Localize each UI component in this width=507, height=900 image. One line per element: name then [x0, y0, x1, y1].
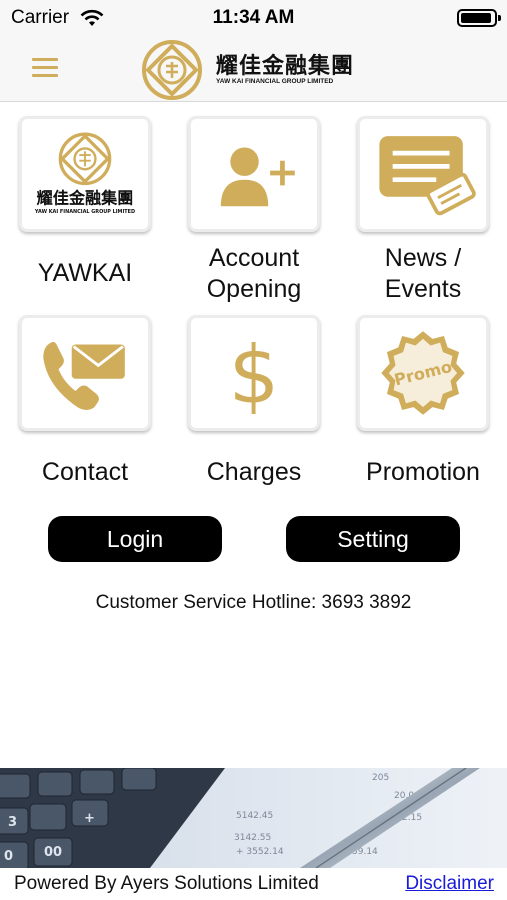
- svg-text:$: $: [229, 328, 280, 421]
- banner-image: 3 + 00 0 5142.45 3142.55 + 3552.14 205 2…: [0, 768, 507, 868]
- dollar-icon: $: [229, 328, 280, 421]
- svg-text:+ 3552.14: + 3552.14: [236, 847, 284, 857]
- tile-promotion[interactable]: Promo: [357, 315, 489, 431]
- customer-service-hotline: Customer Service Hotline: 3693 3892: [95, 592, 412, 613]
- clock: 11:34 AM: [212, 7, 295, 28]
- yawkai-tile-english: YAW KAI FINANCIAL GROUP LIMITED: [34, 209, 135, 215]
- yawkai-emblem-icon: [142, 40, 202, 100]
- status-bar: Carrier 11:34 AM: [0, 0, 507, 36]
- setting-button[interactable]: Setting: [286, 516, 460, 562]
- tile-label-promotion: Promotion: [366, 458, 480, 486]
- brand-name-chinese: 耀佳金融集團: [216, 53, 355, 78]
- svg-text:205: 205: [372, 773, 389, 783]
- tile-label-contact: Contact: [41, 458, 129, 486]
- tile-label-news-events: News / Events: [338, 243, 507, 305]
- battery-icon: [457, 9, 501, 27]
- yawkai-tile-chinese: 耀佳金融集團: [37, 188, 134, 207]
- svg-text:0: 0: [4, 849, 13, 864]
- tile-label-account-opening: Account Opening: [169, 243, 339, 305]
- add-user-icon: [220, 147, 295, 207]
- hamburger-menu-icon[interactable]: [32, 56, 58, 80]
- tile-contact[interactable]: [19, 315, 151, 431]
- svg-text:00: 00: [44, 845, 62, 860]
- footer: Powered By Ayers Solutions Limited Discl…: [0, 868, 507, 900]
- disclaimer-link[interactable]: Disclaimer: [405, 873, 494, 895]
- brand-logo: 耀佳金融集團 YAW KAI FINANCIAL GROUP LIMITED: [142, 40, 354, 100]
- tile-label-news-events-text: News / Events: [384, 244, 462, 303]
- svg-text:5142.45: 5142.45: [236, 811, 273, 821]
- app-header: 耀佳金融集團 YAW KAI FINANCIAL GROUP LIMITED: [0, 36, 507, 102]
- tile-label-yawkai: YAWKAI: [37, 259, 133, 287]
- tile-yawkai[interactable]: 耀佳金融集團 YAW KAI FINANCIAL GROUP LIMITED: [19, 116, 151, 232]
- svg-text:3142.55: 3142.55: [234, 833, 271, 843]
- powered-by-label: Powered By Ayers Solutions Limited: [14, 873, 319, 894]
- phone-mail-icon: [43, 342, 125, 410]
- svg-text:+: +: [84, 811, 95, 826]
- tile-label-account-opening-text: Account Opening: [206, 244, 302, 303]
- tile-charges[interactable]: $: [188, 315, 320, 431]
- tile-label-charges: Charges: [206, 458, 302, 486]
- news-ticket-icon: [379, 136, 476, 216]
- tile-news-events[interactable]: [357, 116, 489, 232]
- svg-text:3: 3: [8, 815, 17, 830]
- yawkai-logo-icon: 耀佳金融集團 YAW KAI FINANCIAL GROUP LIMITED: [34, 132, 135, 215]
- brand-name-english: YAW KAI FINANCIAL GROUP LIMITED: [216, 78, 334, 85]
- promo-badge-icon: Promo: [381, 331, 465, 415]
- tile-account-opening[interactable]: [188, 116, 320, 232]
- login-button[interactable]: Login: [48, 516, 222, 562]
